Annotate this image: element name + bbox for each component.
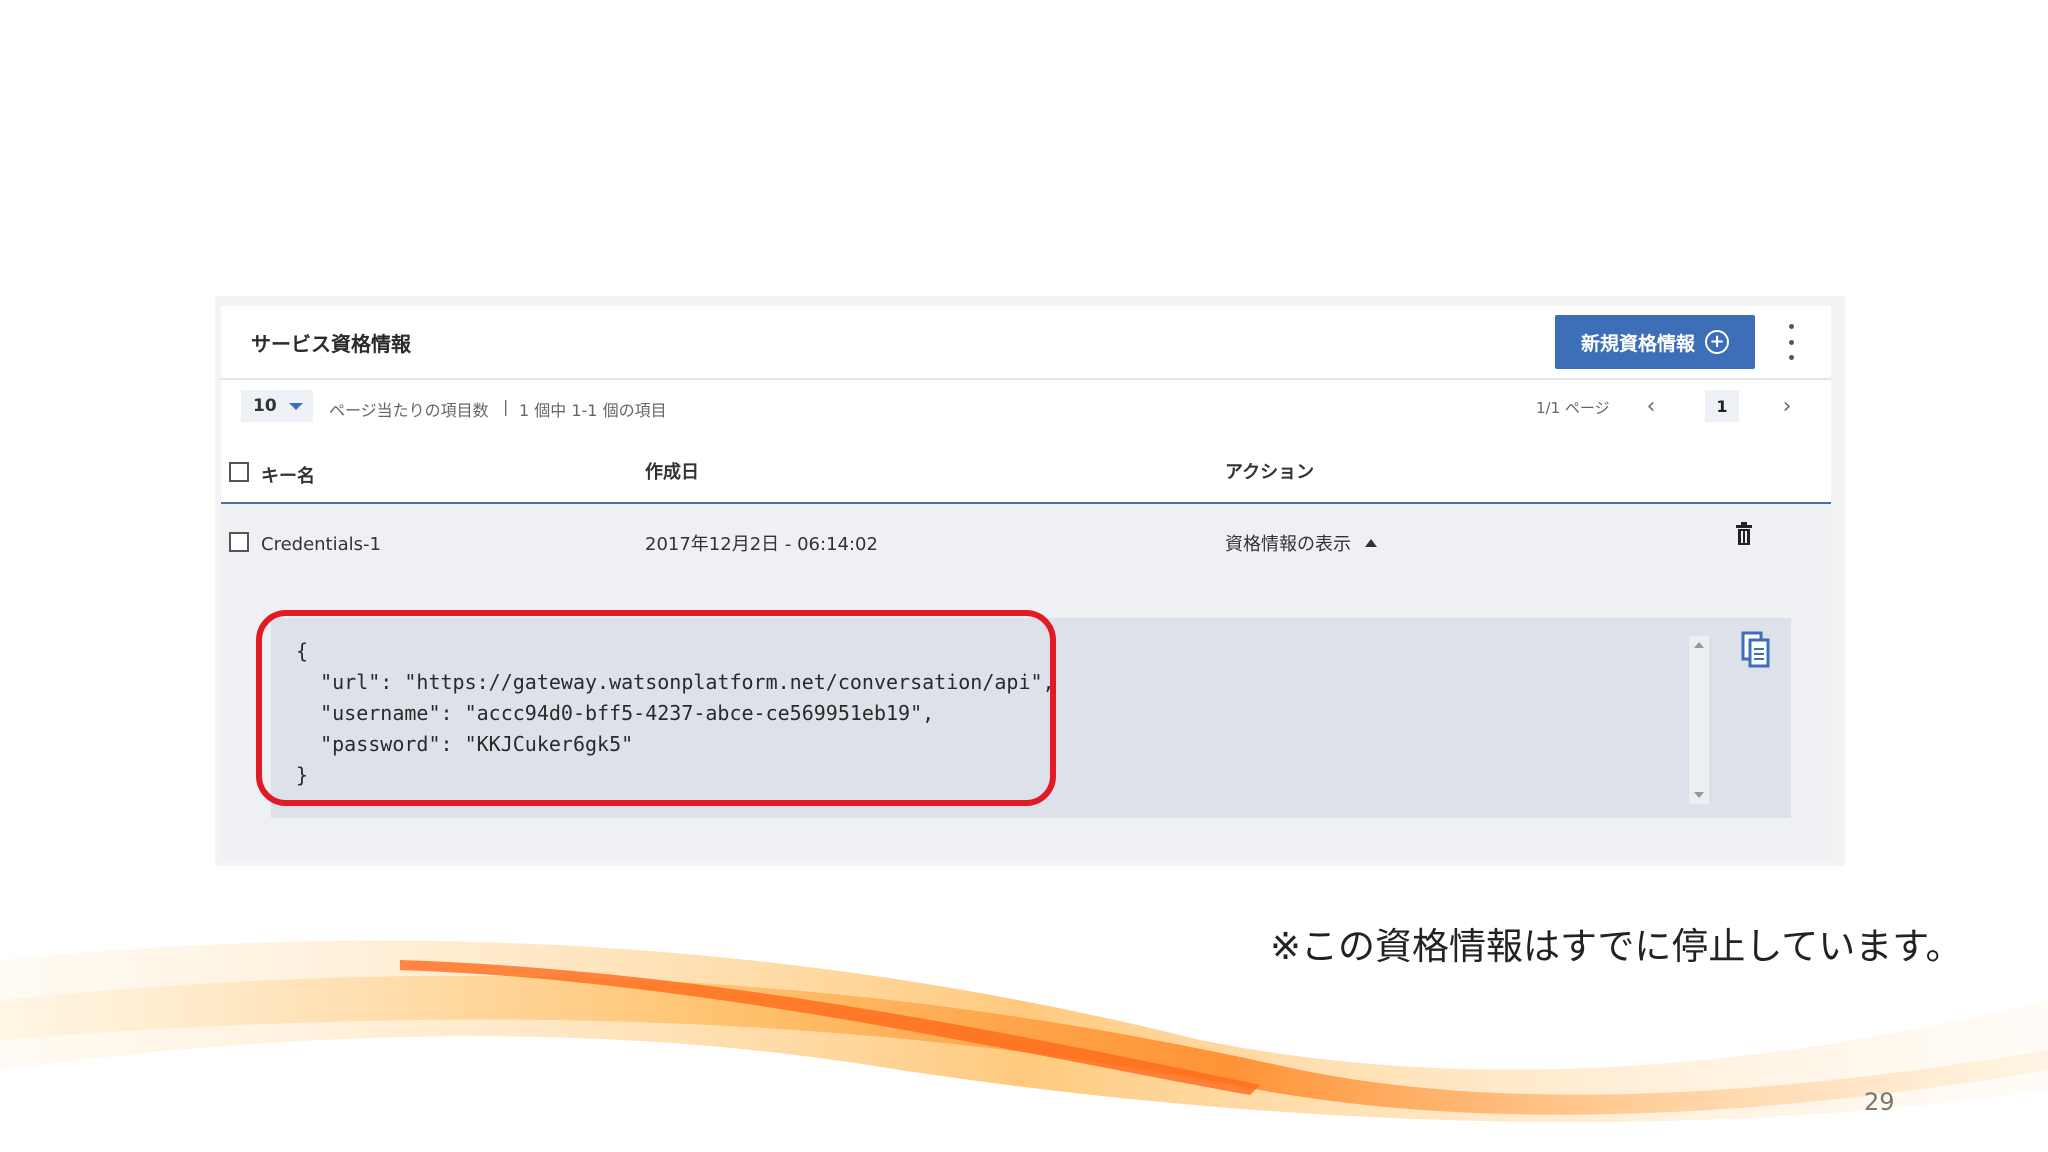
highlight-outline bbox=[256, 610, 1056, 806]
current-page[interactable]: 1 bbox=[1705, 390, 1739, 422]
credentials-scrollbar[interactable] bbox=[1689, 636, 1709, 804]
table-header: キー名 作成日 アクション bbox=[221, 434, 1831, 504]
new-credential-button[interactable]: 新規資格情報 + bbox=[1555, 315, 1755, 369]
credential-key-name: Credentials-1 bbox=[261, 534, 381, 555]
add-circle-icon: + bbox=[1705, 330, 1729, 354]
previous-page-icon[interactable]: ‹ bbox=[1641, 394, 1661, 419]
new-credential-label: 新規資格情報 bbox=[1580, 332, 1695, 355]
per-page-label: ページ当たりの項目数 bbox=[329, 401, 489, 420]
item-range: 1 個中 1-1 個の項目 bbox=[519, 401, 667, 420]
chevron-up-icon bbox=[1365, 539, 1377, 547]
column-key-name: キー名 bbox=[261, 466, 315, 487]
column-action: アクション bbox=[1225, 462, 1315, 483]
copy-icon[interactable] bbox=[1741, 631, 1771, 669]
view-credentials-toggle[interactable]: 資格情報の表示 bbox=[1225, 530, 1377, 556]
trash-icon[interactable] bbox=[1735, 522, 1753, 546]
credential-created-date: 2017年12月2日 - 06:14:02 bbox=[645, 534, 878, 555]
chevron-down-icon bbox=[289, 403, 303, 410]
pager-separator: | bbox=[503, 397, 509, 416]
select-all-checkbox[interactable] bbox=[229, 462, 249, 482]
scroll-down-icon[interactable] bbox=[1694, 792, 1704, 798]
pagination-bar: 10 ページ当たりの項目数 | 1 個中 1-1 個の項目 1/1 ページ ‹ … bbox=[221, 380, 1831, 435]
overflow-menu-icon[interactable] bbox=[1781, 324, 1801, 360]
next-page-icon[interactable]: › bbox=[1777, 394, 1797, 419]
slide-number: 29 bbox=[1864, 1088, 1895, 1116]
row-checkbox[interactable] bbox=[229, 532, 249, 552]
page-info: 1/1 ページ bbox=[1536, 399, 1610, 417]
scroll-up-icon[interactable] bbox=[1694, 642, 1704, 648]
panel-title: サービス資格情報 bbox=[251, 332, 411, 356]
deactivated-note: ※この資格情報はすでに停止しています。 bbox=[1270, 925, 1963, 968]
column-created: 作成日 bbox=[645, 462, 699, 483]
per-page-value: 10 bbox=[253, 396, 277, 416]
panel-header: サービス資格情報 新規資格情報 + bbox=[221, 306, 1831, 380]
view-credentials-label: 資格情報の表示 bbox=[1225, 534, 1351, 555]
items-per-page-select[interactable]: 10 bbox=[241, 390, 313, 422]
